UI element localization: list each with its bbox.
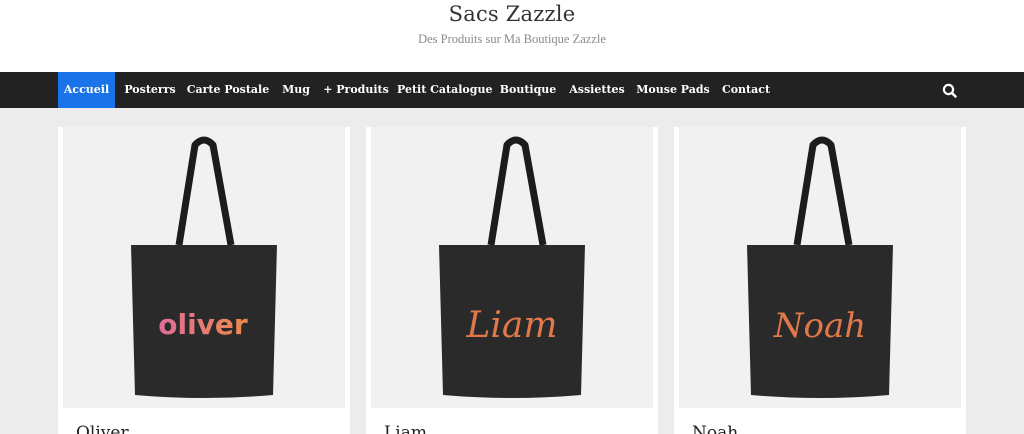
product-title[interactable]: Liam — [384, 423, 427, 434]
main-nav: Accueil Posterrs Carte Postale Mug + Pro… — [0, 72, 1024, 108]
product-image[interactable]: Noah — [679, 127, 961, 408]
search-icon — [942, 83, 957, 98]
nav-item-contact[interactable]: Contact — [718, 72, 774, 108]
site-tagline: Des Produits sur Ma Boutique Zazzle — [418, 32, 606, 46]
product-card[interactable]: Liam Liam — [366, 127, 658, 434]
nav-item-plus-produits[interactable]: + Produits — [322, 72, 390, 108]
search-button[interactable] — [940, 81, 960, 101]
nav-item-petit-catalogue[interactable]: Petit Catalogue — [397, 72, 492, 108]
nav-item-carte-postale[interactable]: Carte Postale — [186, 72, 270, 108]
product-image[interactable]: oliver — [63, 127, 345, 408]
nav-item-accueil[interactable]: Accueil — [58, 72, 115, 108]
bag-print-text: Liam — [465, 305, 557, 346]
product-card[interactable]: Noah Noah — [674, 127, 966, 434]
tote-bag-image: Liam — [439, 136, 585, 398]
bag-print-text: Noah — [773, 306, 866, 346]
product-image[interactable]: Liam — [371, 127, 653, 408]
nav-item-mouse-pads[interactable]: Mouse Pads — [635, 72, 711, 108]
nav-item-boutique[interactable]: Boutique — [497, 72, 559, 108]
product-card[interactable]: oliver Oliver — [58, 127, 350, 434]
tote-bag-image: Noah — [747, 136, 893, 398]
site-title[interactable]: Sacs Zazzle — [0, 2, 1024, 26]
tote-bag-image: oliver — [131, 136, 277, 398]
site-header: Sacs Zazzle Des Produits sur Ma Boutique… — [0, 0, 1024, 72]
nav-item-mug[interactable]: Mug — [278, 72, 314, 108]
product-title[interactable]: Oliver — [76, 423, 129, 434]
nav-item-assiettes[interactable]: Assiettes — [566, 72, 628, 108]
nav-item-posterrs[interactable]: Posterrs — [121, 72, 179, 108]
bag-print-text: oliver — [158, 308, 248, 341]
product-title[interactable]: Noah — [692, 423, 738, 434]
